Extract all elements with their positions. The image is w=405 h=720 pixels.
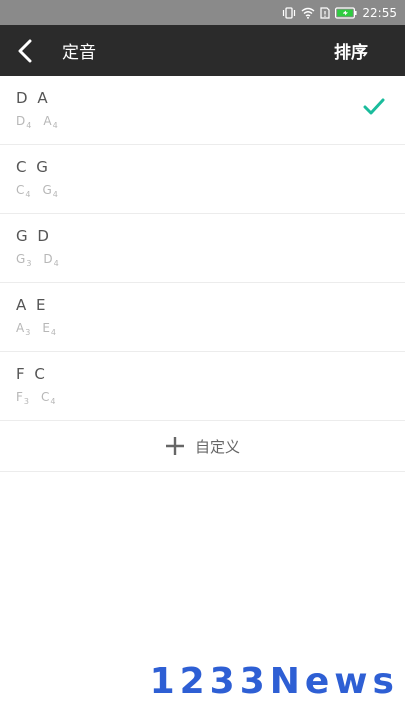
- add-custom-tuning-button[interactable]: 自定义: [0, 421, 405, 472]
- tuning-notes: A3 E4: [16, 321, 405, 337]
- tuning-list: D A D4 A4 C G C4 G4 G D G3 D4 A E A3 E4 F C F3 C4: [0, 76, 405, 421]
- note-octave: 3: [25, 328, 31, 337]
- note-octave: 4: [52, 121, 58, 130]
- note-letter: E: [42, 321, 50, 335]
- tuning-item[interactable]: F C F3 C4: [0, 352, 405, 421]
- sort-button[interactable]: 排序: [334, 25, 368, 76]
- note-octave: 4: [52, 190, 58, 199]
- note-label: D4: [43, 252, 58, 268]
- tuning-name: F C: [16, 365, 46, 383]
- status-bar: 22:55: [0, 0, 405, 25]
- tuning-name: A E: [16, 296, 47, 314]
- note-letter: C: [16, 183, 25, 197]
- custom-label: 自定义: [194, 437, 240, 456]
- note-label: G4: [42, 183, 57, 199]
- note-octave: 4: [50, 328, 56, 337]
- note-octave: 4: [50, 397, 56, 406]
- tuning-item[interactable]: D A D4 A4: [0, 76, 405, 145]
- page-title: 定音: [62, 43, 96, 63]
- note-label: F3: [16, 390, 29, 406]
- tuning-item[interactable]: A E A3 E4: [0, 283, 405, 352]
- note-letter: A: [43, 114, 52, 128]
- check-icon: [363, 98, 385, 120]
- note-octave: 3: [23, 397, 29, 406]
- tuning-name: D A: [16, 89, 49, 107]
- status-time: 22:55: [362, 5, 397, 20]
- tuning-name: G D: [16, 227, 50, 245]
- note-label: C4: [16, 183, 30, 199]
- plus-icon: [165, 437, 184, 455]
- note-letter: F: [16, 390, 23, 404]
- note-letter: C: [41, 390, 50, 404]
- tuning-name: C G: [16, 158, 49, 176]
- note-octave: 4: [53, 259, 59, 268]
- note-label: A3: [16, 321, 30, 337]
- note-letter: A: [16, 321, 25, 335]
- watermark-logo: 1233News: [149, 661, 399, 702]
- tuning-item[interactable]: C G C4 G4: [0, 145, 405, 214]
- back-arrow-icon: [18, 39, 32, 62]
- note-label: G3: [16, 252, 31, 268]
- note-letter: D: [16, 114, 26, 128]
- note-letter: G: [42, 183, 52, 197]
- note-octave: 4: [26, 121, 32, 130]
- vibrate-icon: [282, 6, 296, 19]
- note-octave: 3: [26, 259, 32, 268]
- tuning-notes: F3 C4: [16, 390, 405, 406]
- tuning-notes: D4 A4: [16, 114, 405, 130]
- note-label: A4: [43, 114, 57, 130]
- note-letter: G: [16, 252, 26, 266]
- app-bar: 定音 排序: [0, 25, 405, 76]
- tuning-item[interactable]: G D G3 D4: [0, 214, 405, 283]
- tuning-notes: C4 G4: [16, 183, 405, 199]
- note-label: D4: [16, 114, 31, 130]
- note-label: E4: [42, 321, 56, 337]
- back-button[interactable]: [0, 25, 50, 76]
- note-octave: 4: [25, 190, 31, 199]
- sim-icon: [320, 6, 331, 19]
- battery-icon: [335, 6, 358, 19]
- note-letter: D: [43, 252, 53, 266]
- tuning-notes: G3 D4: [16, 252, 405, 268]
- note-label: C4: [41, 390, 55, 406]
- wifi-icon: [301, 7, 315, 19]
